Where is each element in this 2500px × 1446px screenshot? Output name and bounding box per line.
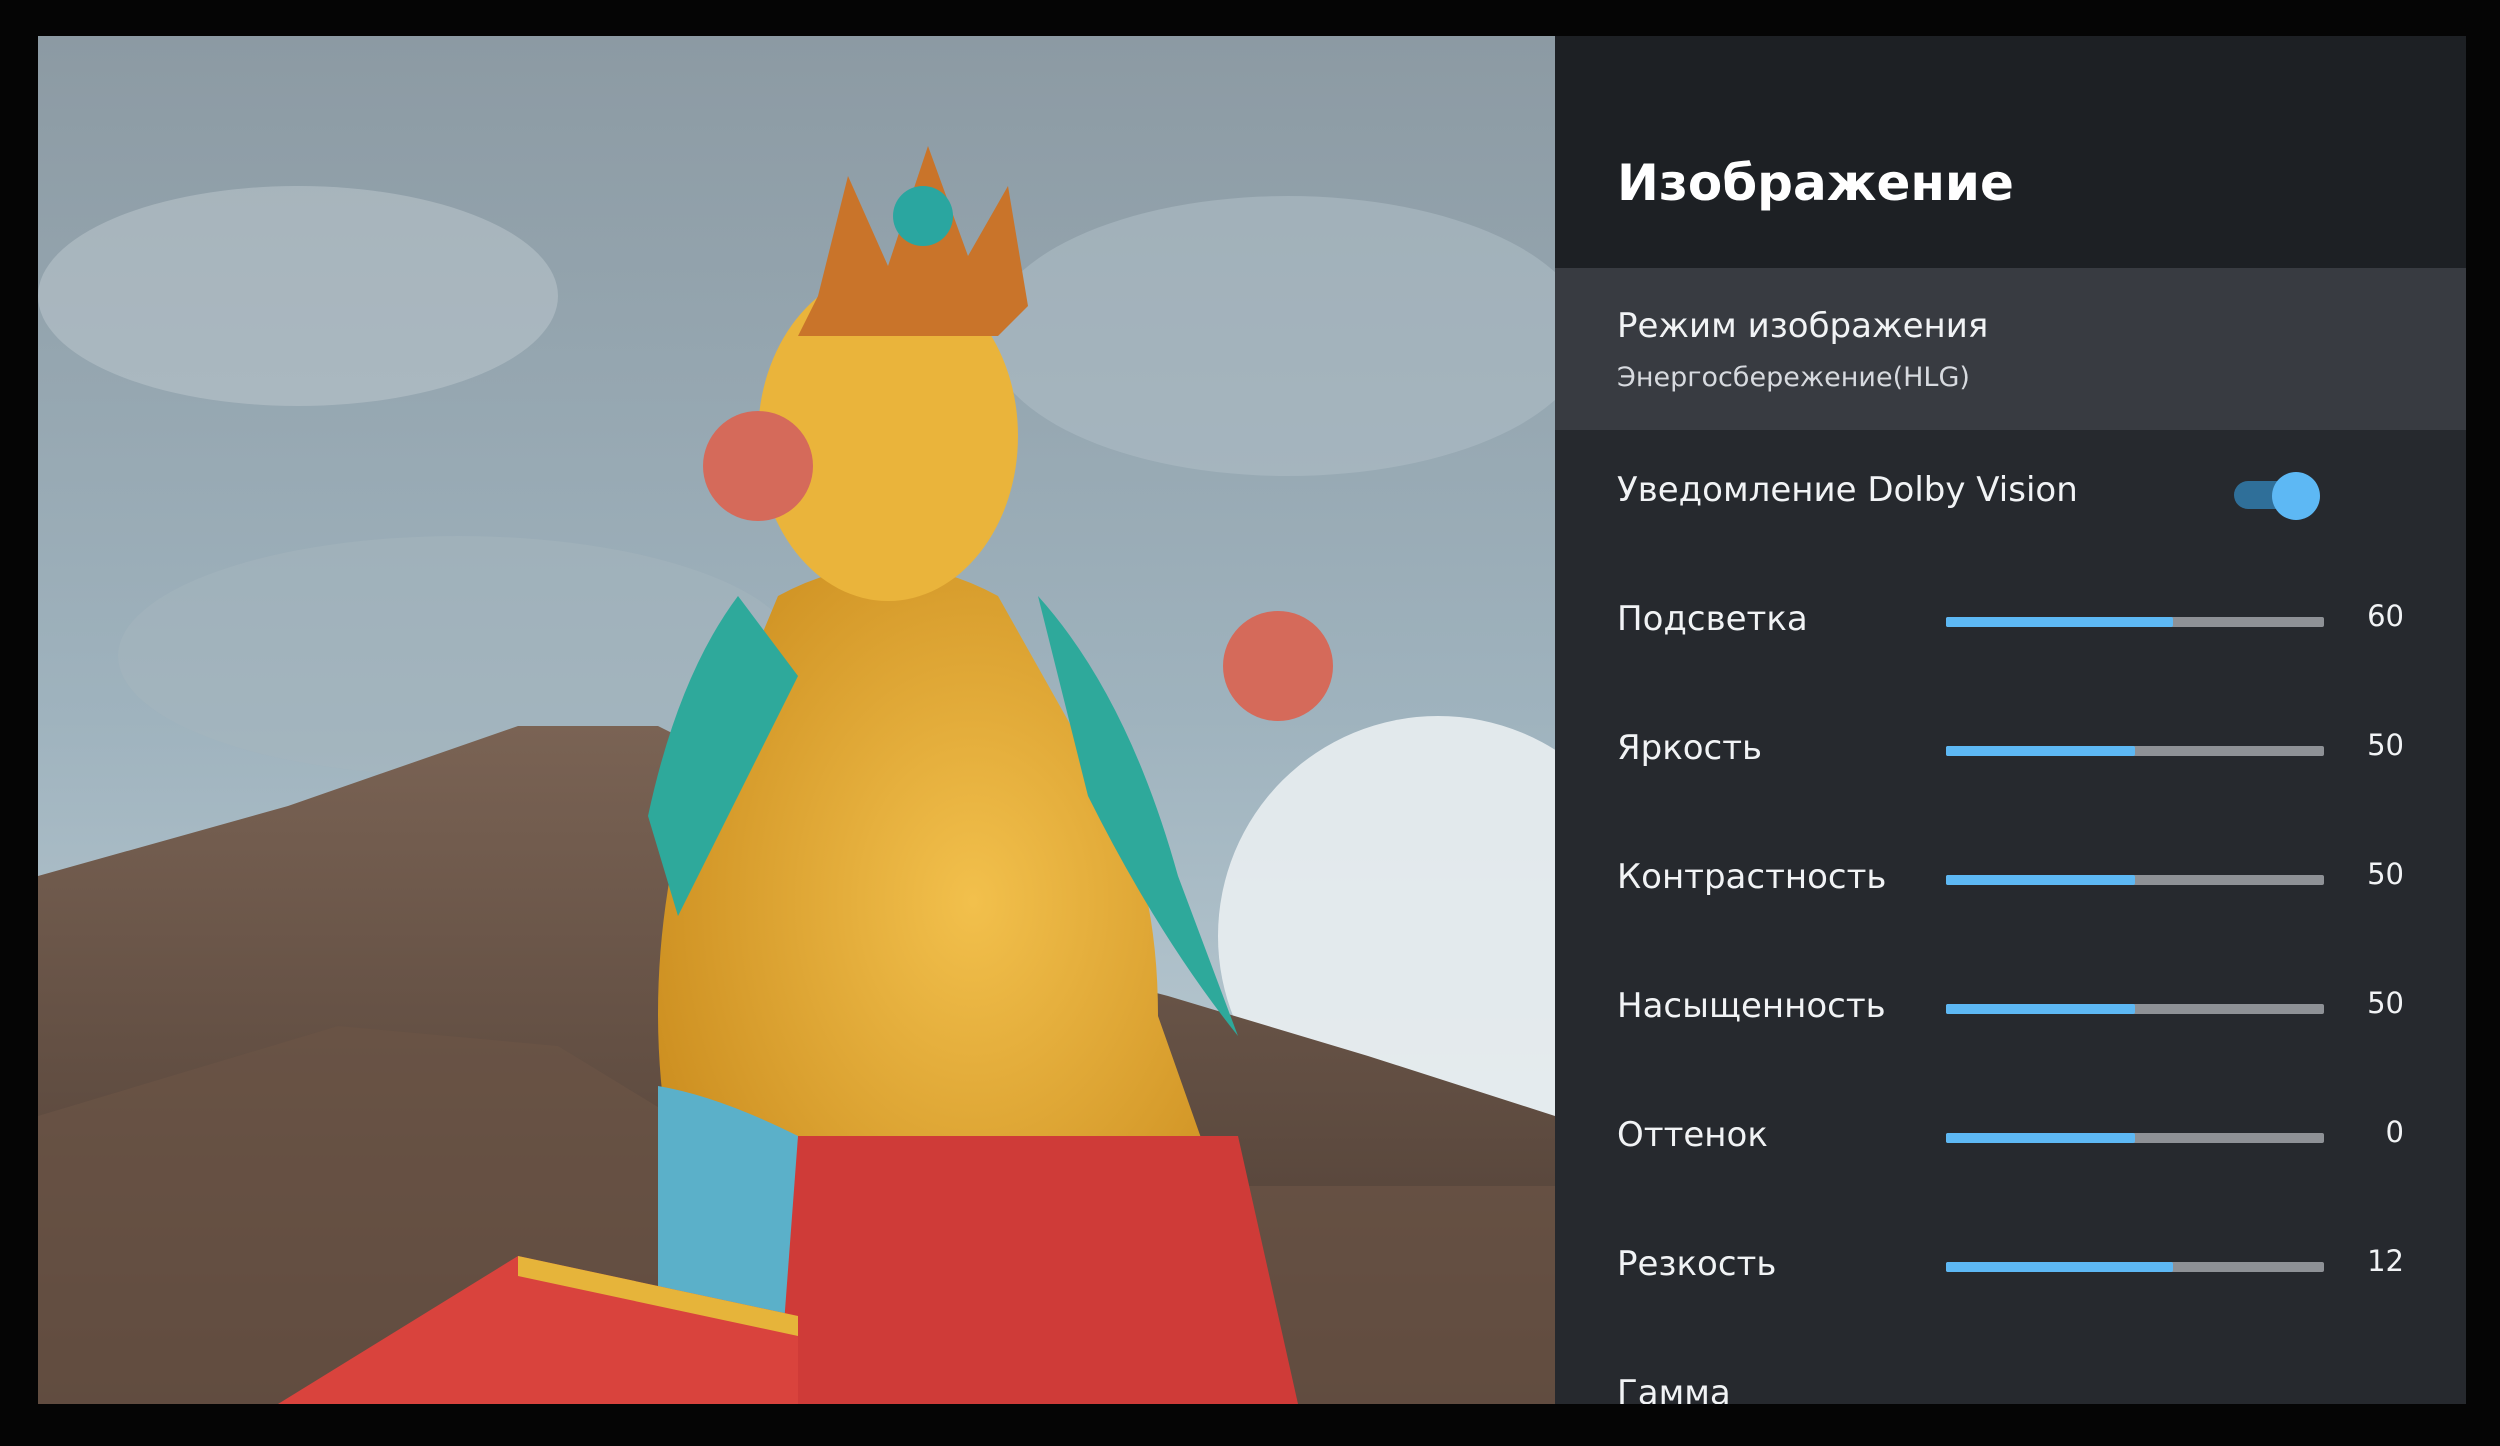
slider-value: 60 xyxy=(2367,599,2404,633)
slider-item-tint[interactable]: Оттенок 0 xyxy=(1555,1075,2466,1204)
dolby-vision-notification-item[interactable]: Уведомление Dolby Vision xyxy=(1555,430,2466,559)
slider-label: Оттенок xyxy=(1617,1115,1768,1155)
picture-mode-value: Энергосбережение(HLG) xyxy=(1617,362,1970,393)
dolby-vision-notification-label: Уведомление Dolby Vision xyxy=(1617,470,2078,510)
picture-mode-label: Режим изображения xyxy=(1617,306,1989,346)
preview-picture xyxy=(38,36,1555,1404)
picture-settings-panel: Изображение Режим изображения Энергосбер… xyxy=(1555,36,2466,1404)
contrast-slider[interactable] xyxy=(1946,875,2324,885)
slider-label: Насыщенность xyxy=(1617,986,1886,1026)
tv-screen: Изображение Режим изображения Энергосбер… xyxy=(38,36,2466,1404)
slider-value: 50 xyxy=(2367,728,2404,762)
slider-item-brightness[interactable]: Яркость 50 xyxy=(1555,688,2466,817)
sharpness-slider[interactable] xyxy=(1946,1262,2324,1272)
slider-value: 12 xyxy=(2367,1244,2404,1278)
slider-label: Контрастность xyxy=(1617,857,1887,897)
slider-value: 50 xyxy=(2367,986,2404,1020)
panel-title: Изображение xyxy=(1617,154,2014,212)
panel-header: Изображение xyxy=(1555,36,2466,268)
slider-item-contrast[interactable]: Контрастность 50 xyxy=(1555,817,2466,946)
slider-fill xyxy=(1946,875,2135,885)
slider-label: Резкость xyxy=(1617,1244,1777,1284)
slider-fill xyxy=(1946,1133,2135,1143)
slider-item-sharpness[interactable]: Резкость 12 xyxy=(1555,1204,2466,1333)
picture-mode-item[interactable]: Режим изображения Энергосбережение(HLG) xyxy=(1555,268,2466,430)
slider-fill xyxy=(1946,1004,2135,1014)
slider-label: Яркость xyxy=(1617,728,1763,768)
saturation-slider[interactable] xyxy=(1946,1004,2324,1014)
tint-slider[interactable] xyxy=(1946,1133,2324,1143)
slider-fill xyxy=(1946,617,2173,627)
slider-fill xyxy=(1946,1262,2173,1272)
slider-fill xyxy=(1946,746,2135,756)
dolby-vision-toggle[interactable] xyxy=(2234,472,2320,520)
gamma-label: Гамма xyxy=(1617,1373,1731,1404)
backlight-slider[interactable] xyxy=(1946,617,2324,627)
slider-value: 0 xyxy=(2385,1115,2404,1149)
statue-photo xyxy=(38,36,1555,1404)
slider-value: 50 xyxy=(2367,857,2404,891)
brightness-slider[interactable] xyxy=(1946,746,2324,756)
gamma-item[interactable]: Гамма xyxy=(1555,1333,2466,1404)
slider-item-saturation[interactable]: Насыщенность 50 xyxy=(1555,946,2466,1075)
slider-item-backlight[interactable]: Подсветка 60 xyxy=(1555,559,2466,688)
toggle-thumb xyxy=(2272,472,2320,520)
slider-label: Подсветка xyxy=(1617,599,1808,639)
